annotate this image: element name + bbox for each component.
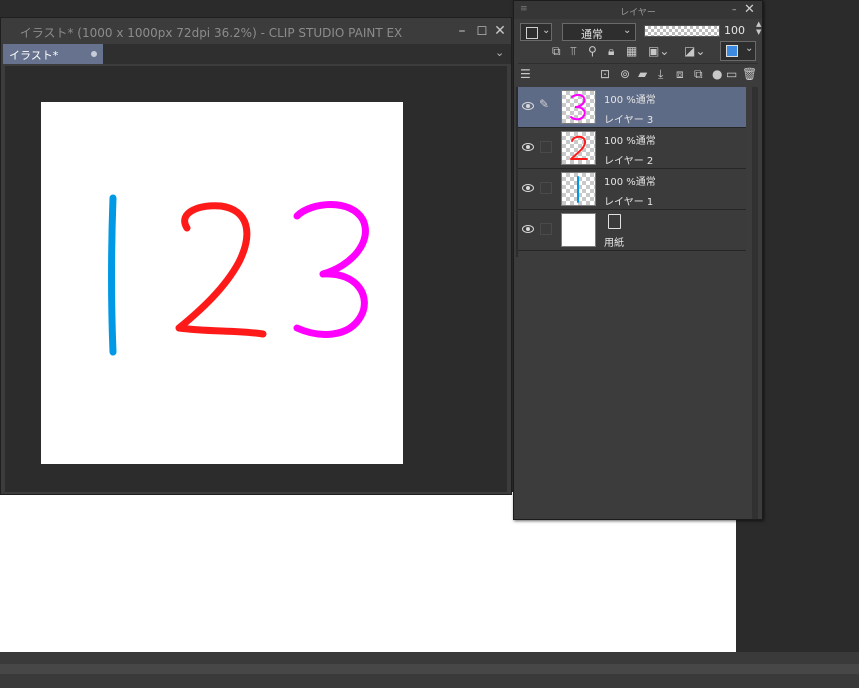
stroke-digit-1 <box>108 194 117 356</box>
lock-icon[interactable]: 🔒︎ <box>608 44 614 59</box>
blend-mode-select[interactable]: 通常 ⌄ <box>562 23 636 41</box>
eye-icon[interactable] <box>522 142 534 152</box>
thumbnail-art <box>570 93 586 121</box>
thumbnail-art <box>577 176 579 203</box>
pen-icon[interactable]: ✎ <box>539 97 549 111</box>
layer-mode-label: 100 %通常 <box>604 95 656 106</box>
layer-row[interactable]: 100 %通常 レイヤー 1 <box>518 169 746 210</box>
thumbnail-art <box>570 135 588 160</box>
layer-name: 用紙 <box>604 238 624 249</box>
layer-list-icon[interactable]: ☰ <box>520 67 531 81</box>
layer-color-button[interactable]: ⌄ <box>720 41 756 61</box>
layer-thumbnail <box>561 90 596 124</box>
layer-property-icon[interactable]: ⧉ <box>552 44 561 59</box>
stroke-digit-2 <box>175 202 267 338</box>
layer-name: レイヤー 3 <box>604 115 654 126</box>
layer-row[interactable]: ✎ 100 %通常 レイヤー 3 <box>518 87 746 128</box>
stroke-digit-3 <box>293 201 369 338</box>
maximize-button[interactable]: ☐ <box>473 22 491 40</box>
layer-thumbnail <box>561 172 596 206</box>
edit-target-cell[interactable] <box>540 223 552 235</box>
move-to-layer-icon[interactable]: ▭ <box>726 67 737 81</box>
minimize-button[interactable]: – <box>453 22 471 40</box>
chevron-down-icon: ⌄ <box>542 25 551 36</box>
delete-icon[interactable]: 🗑︎ <box>742 67 757 81</box>
bottom-status-bar <box>0 652 859 688</box>
layer-thumbnail <box>561 131 596 165</box>
opacity-spin-icon[interactable]: ▲ ▼ <box>756 20 761 36</box>
square-icon <box>526 27 538 39</box>
chevron-down-icon: ⌄ <box>745 43 754 54</box>
paper-canvas[interactable] <box>41 102 403 464</box>
tab-illust[interactable]: イラスト* <box>3 44 103 64</box>
layer-row[interactable]: 100 %通常 レイヤー 2 <box>518 128 746 169</box>
layer-mode-label: 100 %通常 <box>604 136 656 147</box>
window-titlebar[interactable]: イラスト* (1000 x 1000px 72dpi 36.2%) - CLIP… <box>1 18 513 44</box>
eye-icon[interactable] <box>522 224 534 234</box>
layer-list-scrollbar[interactable] <box>752 87 758 519</box>
clip-icon[interactable]: ⫪ <box>570 44 577 59</box>
mask-enable-icon[interactable]: ◪⌄ <box>684 44 705 58</box>
layer-mode-label: 100 %通常 <box>604 177 656 188</box>
reference-icon[interactable]: ⚲ <box>588 44 597 58</box>
close-button[interactable]: ✕ <box>491 22 509 40</box>
layer-name: レイヤー 1 <box>604 197 654 208</box>
layer-list: ✎ 100 %通常 レイヤー 3 100 %通常 レイヤー 2 100 %通常 … <box>518 87 746 257</box>
panel-close-button[interactable]: ✕ <box>744 3 755 17</box>
canvas-area[interactable] <box>5 66 507 492</box>
new-raster-layer-icon[interactable]: ⊡ <box>600 67 610 81</box>
layer-panel: ≡ レイヤー – ✕ ⌄ 通常 ⌄ 100 ▲ ▼ ⧉ ⫪ ⚲ 🔒︎ ▦ ▣⌄ ◪… <box>513 0 763 520</box>
artwork-svg <box>108 194 369 356</box>
lock-transparent-icon[interactable]: ▦ <box>626 44 637 58</box>
layer-color-dropdown[interactable]: ⌄ <box>520 23 552 41</box>
opacity-value[interactable]: 100 <box>724 24 745 37</box>
layer-thumbnail <box>561 213 596 247</box>
layer-panel-title: レイヤー <box>620 8 656 18</box>
paper-icon <box>608 214 621 229</box>
layer-row[interactable]: 用紙 <box>518 210 746 251</box>
blend-mode-label: 通常 <box>581 28 603 41</box>
chevron-down-icon: ⌄ <box>623 25 632 36</box>
tab-close-dot-icon[interactable] <box>91 51 97 57</box>
layer-name: レイヤー 2 <box>604 156 654 167</box>
window-title: イラスト* (1000 x 1000px 72dpi 36.2%) - CLIP… <box>19 26 403 40</box>
eye-icon[interactable] <box>522 101 534 111</box>
bottom-strip <box>0 664 859 674</box>
panel-collapse-icon[interactable]: – <box>732 3 737 17</box>
color-icon <box>726 45 738 57</box>
mask-create-icon[interactable]: ⧉ <box>694 67 703 82</box>
opacity-slider[interactable] <box>644 25 720 37</box>
new-vector-layer-icon[interactable]: ⊚ <box>620 67 630 81</box>
mask-icon[interactable]: ▣⌄ <box>648 44 669 58</box>
edit-target-cell[interactable] <box>540 182 552 194</box>
new-folder-icon[interactable]: ▰ <box>638 67 647 81</box>
apply-mask-icon[interactable]: ● <box>712 67 722 81</box>
edit-target-cell[interactable] <box>540 141 552 153</box>
toolbar-divider <box>518 63 758 64</box>
transfer-icon[interactable]: ⤓ <box>658 67 663 82</box>
layer-panel-titlebar[interactable]: ≡ レイヤー – ✕ <box>514 1 762 19</box>
canvas-window: イラスト* (1000 x 1000px 72dpi 36.2%) - CLIP… <box>0 17 512 495</box>
combine-icon[interactable]: ⧈ <box>676 67 684 82</box>
tab-menu-chevron-icon[interactable]: ⌄ <box>495 46 504 59</box>
eye-icon[interactable] <box>522 183 534 193</box>
tab-label: イラスト* <box>9 49 59 62</box>
